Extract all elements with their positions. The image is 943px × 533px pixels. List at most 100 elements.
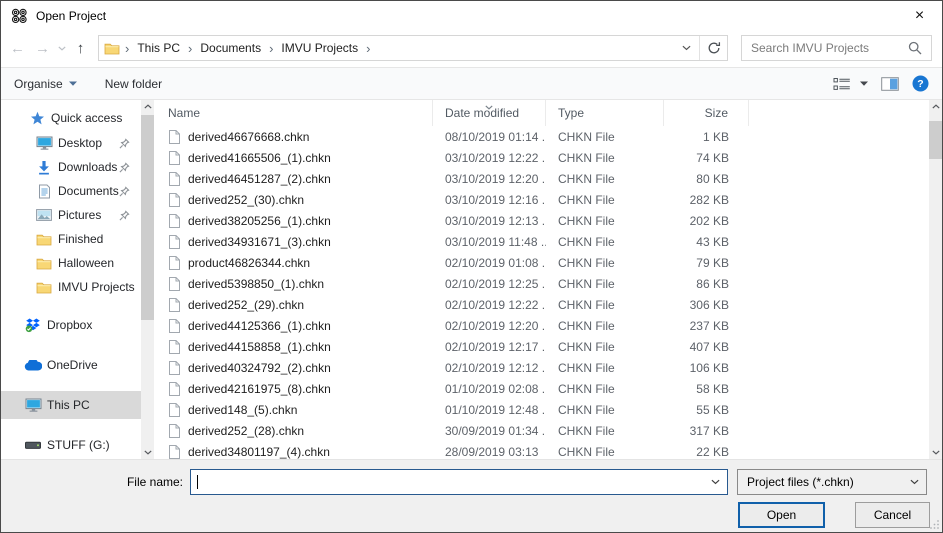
file-row-derived42161975-8-chkn[interactable]: derived42161975_(8).chkn 01/10/2019 02:08… <box>154 378 929 399</box>
sidebar-item-label: Halloween <box>58 256 115 270</box>
breadcrumb-separator-icon: › <box>366 40 371 56</box>
file-icon <box>168 444 181 460</box>
file-row-product46826344-chkn[interactable]: product46826344.chkn 02/10/2019 01:08 ...… <box>154 252 929 273</box>
file-row-derived40324792-2-chkn[interactable]: derived40324792_(2).chkn 02/10/2019 12:12… <box>154 357 929 378</box>
organise-button[interactable]: Organise <box>14 77 77 91</box>
address-bar[interactable]: › This PC › Documents › IMVU Projects › <box>98 35 728 61</box>
monitor-icon <box>34 136 54 150</box>
history-chevron-icon[interactable] <box>55 36 68 60</box>
close-icon[interactable]: × <box>897 1 942 31</box>
breadcrumb-item-documents[interactable]: Documents <box>194 41 267 55</box>
file-row-derived46451287-2-chkn[interactable]: derived46451287_(2).chkn 03/10/2019 12:20… <box>154 168 929 189</box>
open-button[interactable]: Open <box>738 502 825 528</box>
file-row-derived252-29-chkn[interactable]: derived252_(29).chkn 02/10/2019 12:22 ...… <box>154 294 929 315</box>
file-name-cell: derived41665506_(1).chkn <box>154 150 433 166</box>
views-icon[interactable] <box>833 77 851 91</box>
file-row-derived252-28-chkn[interactable]: derived252_(28).chkn 30/09/2019 01:34 ...… <box>154 420 929 441</box>
column-header-date-modified[interactable]: Date modified <box>433 100 546 126</box>
scroll-down-icon[interactable] <box>929 446 942 459</box>
file-type-cell: CHKN File <box>558 402 615 417</box>
file-row-derived252-30-chkn[interactable]: derived252_(30).chkn 03/10/2019 12:16 ...… <box>154 189 929 210</box>
file-icon <box>168 255 181 271</box>
file-type-cell: CHKN File <box>558 381 615 396</box>
sidebar-item-imvu-projects[interactable]: IMVU Projects <box>1 275 141 299</box>
sidebar-item-documents[interactable]: Documents <box>1 179 141 203</box>
search-box <box>741 35 932 61</box>
column-header-name[interactable]: Name <box>154 100 433 126</box>
file-size-cell: 58 KB <box>696 381 729 396</box>
breadcrumb-item-this-pc[interactable]: This PC <box>131 41 186 55</box>
file-row-derived148-5-chkn[interactable]: derived148_(5).chkn 01/10/2019 12:48 ... C… <box>154 399 929 420</box>
sidebar-item-downloads[interactable]: Downloads <box>1 155 141 179</box>
star-icon <box>27 111 47 126</box>
sidebar-item-halloween[interactable]: Halloween <box>1 251 141 275</box>
address-dropdown-chevron-icon[interactable] <box>674 45 699 51</box>
svg-text:?: ? <box>917 78 923 90</box>
file-row-derived38205256-1-chkn[interactable]: derived38205256_(1).chkn 03/10/2019 12:13… <box>154 210 929 231</box>
title-bar: Open Project × <box>1 1 942 31</box>
file-name-cell: derived34931671_(3).chkn <box>154 234 433 250</box>
views-chevron-icon[interactable] <box>860 81 868 86</box>
sidebar-item-finished[interactable]: Finished <box>1 227 141 251</box>
file-row-derived46676668-chkn[interactable]: derived46676668.chkn 08/10/2019 01:14 ...… <box>154 126 929 147</box>
scroll-up-icon[interactable] <box>141 100 154 113</box>
new-folder-button[interactable]: New folder <box>105 77 162 91</box>
file-name-cell: derived44158858_(1).chkn <box>154 339 433 355</box>
file-name-row: File name: Project files (*.chkn) <box>1 469 927 495</box>
file-name-text: derived40324792_(2).chkn <box>188 360 331 375</box>
sidebar-item-onedrive[interactable]: OneDrive <box>1 351 141 379</box>
sidebar-item-stuff-g[interactable]: STUFF (G:) <box>1 431 141 459</box>
preview-pane-icon[interactable] <box>881 76 899 91</box>
search-input[interactable] <box>742 41 908 55</box>
breadcrumb-separator-icon: › <box>269 40 274 56</box>
file-list-pane: Name Date modified Type Size derived4667666… <box>154 100 929 459</box>
column-header-size[interactable]: Size <box>664 100 749 126</box>
sidebar-item-label: OneDrive <box>47 358 98 372</box>
sidebar-item-this-pc[interactable]: This PC <box>1 391 141 419</box>
open-project-dialog: Open Project × ← → ↑ › This PC › Documents ›… <box>0 0 943 533</box>
file-row-derived34931671-3-chkn[interactable]: derived34931671_(3).chkn 03/10/2019 11:48… <box>154 231 929 252</box>
back-button[interactable]: ← <box>5 36 30 60</box>
file-list-scrollbar-thumb[interactable] <box>929 121 942 159</box>
organise-label: Organise <box>14 76 63 91</box>
file-name-dropdown-chevron-icon[interactable] <box>703 479 727 485</box>
sidebar-scrollbar-thumb[interactable] <box>141 115 154 320</box>
sidebar-item-dropbox[interactable]: Dropbox <box>1 311 141 339</box>
file-name-text: derived41665506_(1).chkn <box>188 150 331 165</box>
file-type-cell: CHKN File <box>558 213 615 228</box>
scroll-down-icon[interactable] <box>141 446 154 459</box>
file-size-cell: 22 KB <box>696 444 729 459</box>
scroll-up-icon[interactable] <box>929 100 942 113</box>
file-row-derived44158858-1-chkn[interactable]: derived44158858_(1).chkn 02/10/2019 12:17… <box>154 336 929 357</box>
file-date-cell: 02/10/2019 12:17 ... <box>445 339 546 354</box>
sidebar-item-label: Downloads <box>58 160 118 174</box>
breadcrumb-item-imvu-projects[interactable]: IMVU Projects <box>275 41 364 55</box>
file-size-cell: 43 KB <box>696 234 729 249</box>
file-type-cell: CHKN File <box>558 276 615 291</box>
sidebar-item-pictures[interactable]: Pictures <box>1 203 141 227</box>
file-date-cell: 02/10/2019 01:08 ... <box>445 255 546 270</box>
column-header-type[interactable]: Type <box>546 100 664 126</box>
file-list-scrollbar[interactable] <box>929 100 942 459</box>
cancel-button[interactable]: Cancel <box>855 502 930 528</box>
file-type-cell: CHKN File <box>558 360 615 375</box>
refresh-icon[interactable] <box>699 36 727 60</box>
resize-grip[interactable] <box>929 519 940 530</box>
file-type-cell: CHKN File <box>558 192 615 207</box>
forward-button[interactable]: → <box>30 36 55 60</box>
sidebar-scrollbar[interactable] <box>141 100 154 459</box>
navigation-bar: ← → ↑ › This PC › Documents › IMVU Projects › <box>1 31 942 67</box>
file-name-label: File name: <box>126 475 183 489</box>
file-row-derived34801197-4-chkn[interactable]: derived34801197_(4).chkn 28/09/2019 03:13… <box>154 441 929 459</box>
help-icon[interactable]: ? <box>912 75 929 92</box>
file-row-derived44125366-1-chkn[interactable]: derived44125366_(1).chkn 02/10/2019 12:20… <box>154 315 929 336</box>
file-type-select[interactable]: Project files (*.chkn) <box>737 469 927 495</box>
file-name-input[interactable] <box>190 469 728 495</box>
file-row-derived41665506-1-chkn[interactable]: derived41665506_(1).chkn 03/10/2019 12:22… <box>154 147 929 168</box>
file-size-cell: 106 KB <box>689 360 729 375</box>
sidebar-item-desktop[interactable]: Desktop <box>1 131 141 155</box>
sidebar-item-quick-access[interactable]: Quick access <box>1 105 141 131</box>
file-row-derived5398850-1-chkn[interactable]: derived5398850_(1).chkn 02/10/2019 12:25 … <box>154 273 929 294</box>
dropbox-icon <box>23 318 43 333</box>
up-button[interactable]: ↑ <box>68 36 93 60</box>
